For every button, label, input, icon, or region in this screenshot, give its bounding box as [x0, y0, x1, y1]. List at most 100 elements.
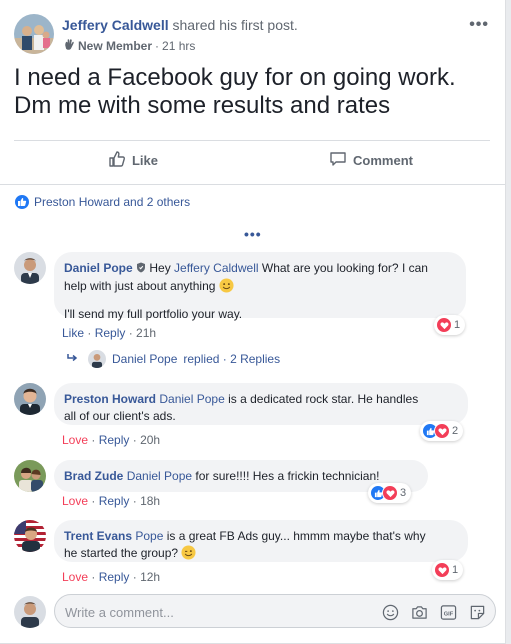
sticker-icon[interactable]: [467, 602, 487, 622]
like-reaction-icon: [14, 193, 30, 210]
post-time[interactable]: 21 hrs: [162, 39, 195, 53]
reaction-count: 3: [400, 487, 407, 499]
comment-text: for sure!!!! Hes a frickin technician!: [192, 469, 380, 483]
comment-love-link[interactable]: Love: [62, 433, 88, 447]
like-label: Like: [131, 153, 158, 168]
avatar[interactable]: [14, 520, 46, 552]
comment-text: is a great FB Ads guy... hmmm maybe that…: [163, 529, 426, 543]
reply-author[interactable]: Daniel Pope: [112, 352, 177, 366]
svg-text:GIF: GIF: [443, 611, 453, 617]
like-button[interactable]: Like: [14, 141, 252, 180]
post-text: I need a Facebook guy for on going work.…: [14, 64, 494, 120]
comment-input[interactable]: [65, 602, 365, 622]
write-comment-area: GIF: [14, 594, 496, 630]
post-text-line: Dm me with some results and rates: [14, 92, 391, 119]
comment-time[interactable]: 20h: [140, 433, 160, 447]
post-card: Jeffery Caldwell shared his first post. …: [0, 0, 506, 644]
author-line: Jeffery Caldwell shared his first post.: [62, 17, 298, 33]
comment-actions: Love · Reply · 12h: [62, 570, 161, 584]
gif-icon[interactable]: GIF: [438, 602, 458, 622]
avatar: [88, 350, 106, 368]
mention-link[interactable]: Jeffery Caldwell: [174, 261, 258, 275]
comment-text: What are you looking for? I can: [258, 261, 428, 275]
author-action: shared his first post.: [172, 17, 298, 33]
comment-button[interactable]: Comment: [252, 141, 490, 180]
commenter-name[interactable]: Brad Zude: [64, 469, 123, 483]
commenter-name[interactable]: Preston Howard: [64, 392, 156, 406]
comment-bubble: Preston Howard Daniel Pope is a dedicate…: [54, 383, 468, 425]
comment-actions: Love · Reply · 18h: [62, 494, 161, 508]
reply-summary[interactable]: Daniel Pope replied · 2 Replies: [66, 350, 280, 368]
comment: Daniel Pope Hey Jeffery Caldwell What ar…: [14, 252, 494, 342]
comment-reply-link[interactable]: Reply: [99, 433, 130, 447]
more-options-icon[interactable]: •••: [469, 16, 489, 34]
reaction-count: 1: [454, 319, 461, 331]
comment-input-box[interactable]: GIF: [54, 594, 496, 628]
comment-actions: Like · Reply · 21h: [62, 326, 157, 340]
comment-bubble-icon: [329, 150, 347, 171]
meta-separator: ·: [155, 39, 160, 53]
comment-text: Hey: [146, 261, 175, 275]
comment-love-link[interactable]: Love: [62, 494, 88, 508]
comment-reply-link[interactable]: Reply: [95, 326, 126, 340]
love-reaction-icon: [382, 485, 398, 501]
comment-time[interactable]: 18h: [140, 494, 160, 508]
comment-reactions[interactable]: 3: [368, 483, 412, 503]
comment-reactions[interactable]: 1: [432, 560, 464, 580]
mention-link[interactable]: Pope: [135, 529, 163, 543]
comment-text: all of our client's ads.: [64, 409, 176, 423]
post-meta: New Member · 21 hrs: [62, 38, 195, 54]
mention-link[interactable]: Daniel Pope: [159, 392, 224, 406]
reaction-count: 1: [452, 564, 459, 576]
post-text-line: I need a Facebook guy for on going work.: [14, 64, 456, 91]
comment-text: he started the group?: [64, 546, 179, 560]
author-avatar[interactable]: [14, 14, 54, 54]
commenter-name[interactable]: Daniel Pope: [64, 261, 133, 275]
smile-emoji-icon: [219, 278, 234, 298]
comment-reply-link[interactable]: Reply: [99, 570, 130, 584]
avatar[interactable]: [14, 252, 46, 284]
comment-time[interactable]: 21h: [136, 326, 156, 340]
view-more-comments[interactable]: •••: [244, 226, 262, 242]
avatar: [14, 596, 46, 628]
avatar[interactable]: [14, 460, 46, 492]
comment-bubble: Daniel Pope Hey Jeffery Caldwell What ar…: [54, 252, 466, 321]
comment-love-link[interactable]: Love: [62, 570, 88, 584]
comment-text: is a dedicated rock star. He handles: [224, 392, 419, 406]
comment-reactions[interactable]: 1: [434, 315, 466, 335]
comment-like-link[interactable]: Like: [62, 326, 84, 340]
wink-emoji-icon: [181, 545, 196, 565]
reply-arrow-icon: [66, 352, 78, 366]
comment-text: help with just about anything: [64, 279, 216, 293]
comment-reactions[interactable]: 2: [420, 421, 464, 441]
reaction-count: 2: [452, 425, 459, 437]
comment-reply-link[interactable]: Reply: [99, 494, 130, 508]
emoji-icon[interactable]: [380, 602, 400, 622]
thumbs-up-icon: [108, 150, 126, 171]
verified-shield-icon: [136, 261, 146, 278]
member-badge: New Member: [78, 39, 153, 53]
comment-time[interactable]: 12h: [140, 570, 160, 584]
love-reaction-icon: [434, 423, 450, 439]
reactions-summary[interactable]: Preston Howard and 2 others: [0, 184, 505, 218]
reply-count[interactable]: replied · 2 Replies: [183, 352, 280, 366]
compose-icons: GIF: [380, 602, 487, 622]
reactions-text[interactable]: Preston Howard and 2 others: [34, 195, 190, 209]
post-header: Jeffery Caldwell shared his first post. …: [14, 14, 493, 56]
comment: Preston Howard Daniel Pope is a dedicate…: [14, 383, 494, 447]
comment-label: Comment: [353, 153, 413, 168]
love-reaction-icon: [436, 317, 452, 333]
comment: Brad Zude Daniel Pope for sure!!!! Hes a…: [14, 460, 494, 510]
commenter-name[interactable]: Trent Evans: [64, 529, 132, 543]
comment: Trent Evans Pope is a great FB Ads guy..…: [14, 520, 494, 586]
comment-actions: Love · Reply · 20h: [62, 433, 161, 447]
love-reaction-icon: [434, 562, 450, 578]
camera-icon[interactable]: [409, 602, 429, 622]
avatar[interactable]: [14, 383, 46, 415]
wave-icon: [62, 38, 75, 54]
action-bar: Like Comment: [14, 140, 490, 180]
mention-link[interactable]: Daniel Pope: [127, 469, 192, 483]
comment-text: I'll send my full portfolio your way.: [64, 307, 243, 321]
comment-bubble: Trent Evans Pope is a great FB Ads guy..…: [54, 520, 468, 562]
author-name[interactable]: Jeffery Caldwell: [62, 17, 169, 33]
